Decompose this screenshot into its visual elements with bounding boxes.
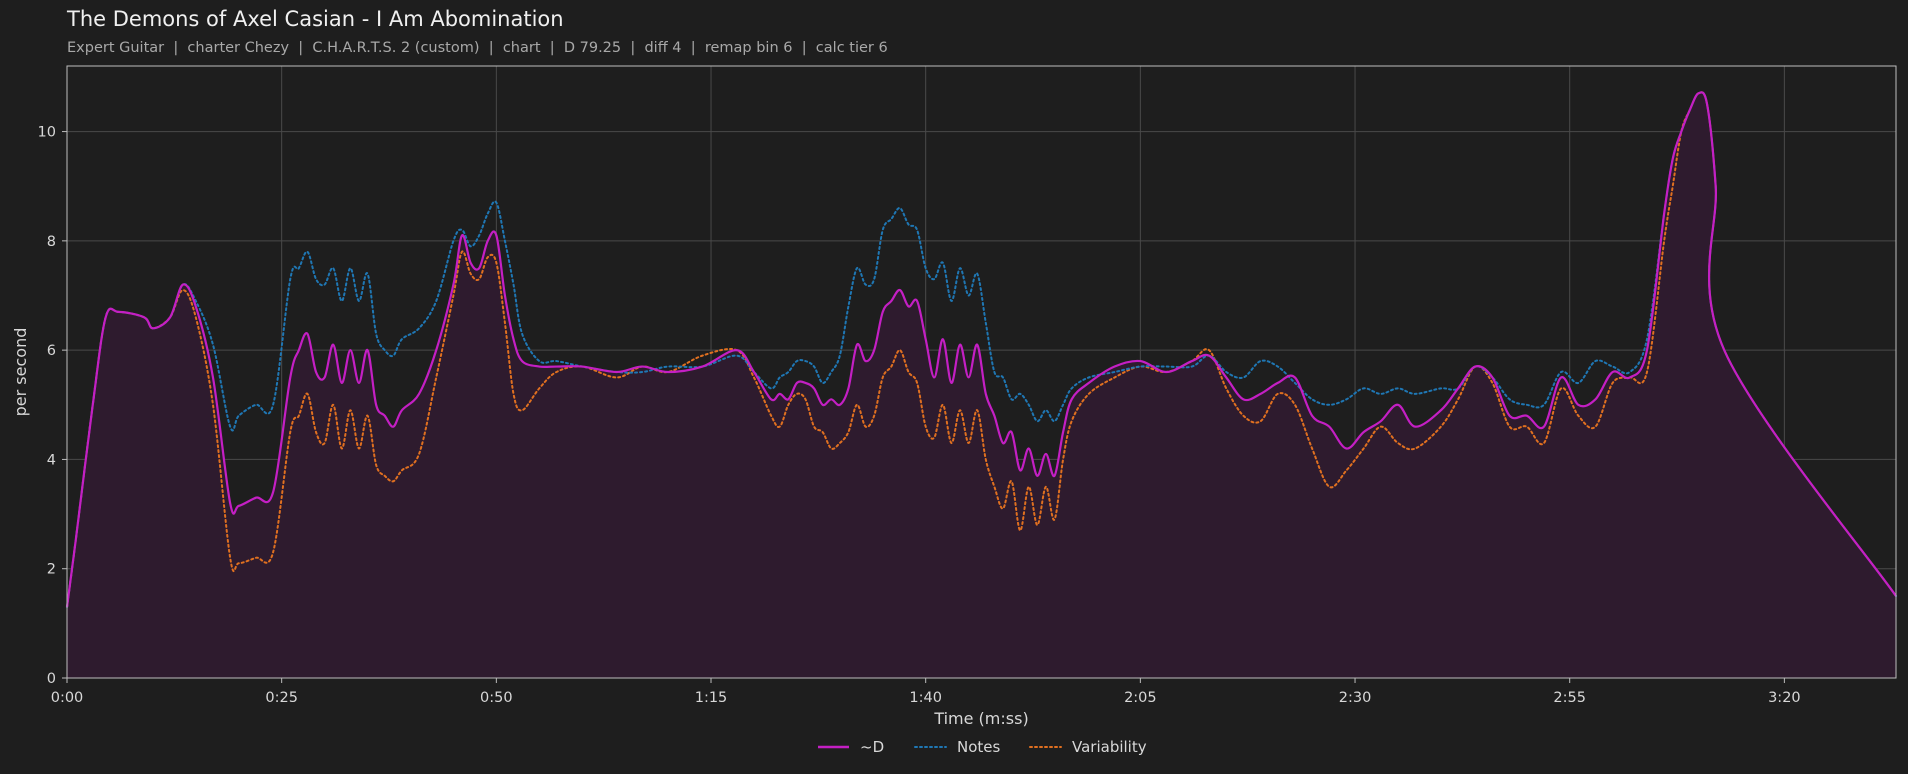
x-tick-label: 0:25 [265, 690, 298, 706]
x-tick-label: 2:55 [1553, 690, 1586, 706]
legend-item-variability: Variability [1029, 738, 1147, 756]
x-tick-label: 2:30 [1339, 690, 1372, 706]
legend: ~D Notes Variability [818, 738, 1147, 756]
legend-item-notes: Notes [914, 738, 1001, 756]
x-tick-label: 3:20 [1768, 690, 1801, 706]
x-axis-label: Time (m:ss) [933, 709, 1028, 728]
y-tick-label: 2 [47, 562, 56, 578]
line-chart: 0:00 0:25 0:50 1:15 1:40 2:05 2:30 2:55 3:20 0 2 4 6… [11, 65, 1897, 756]
d-area-fill [67, 92, 1896, 679]
x-tick-label: 2:05 [1124, 690, 1157, 706]
x-tick-label: 1:15 [695, 690, 728, 706]
y-tick-label: 4 [47, 452, 56, 468]
y-tick-label: 8 [47, 234, 56, 250]
x-tick-label: 0:00 [51, 690, 84, 706]
legend-item-d: ~D [818, 738, 884, 756]
x-tick-label: 0:50 [480, 690, 513, 706]
y-tick-label: 6 [47, 343, 56, 359]
y-tick-label: 0 [47, 671, 56, 687]
x-tick-label: 1:40 [909, 690, 942, 706]
y-tick-label: 10 [38, 125, 56, 141]
y-axis-label: per second [11, 328, 30, 417]
legend-label: Notes [957, 738, 1001, 756]
legend-label: Variability [1072, 738, 1147, 756]
legend-label: ~D [860, 738, 884, 756]
